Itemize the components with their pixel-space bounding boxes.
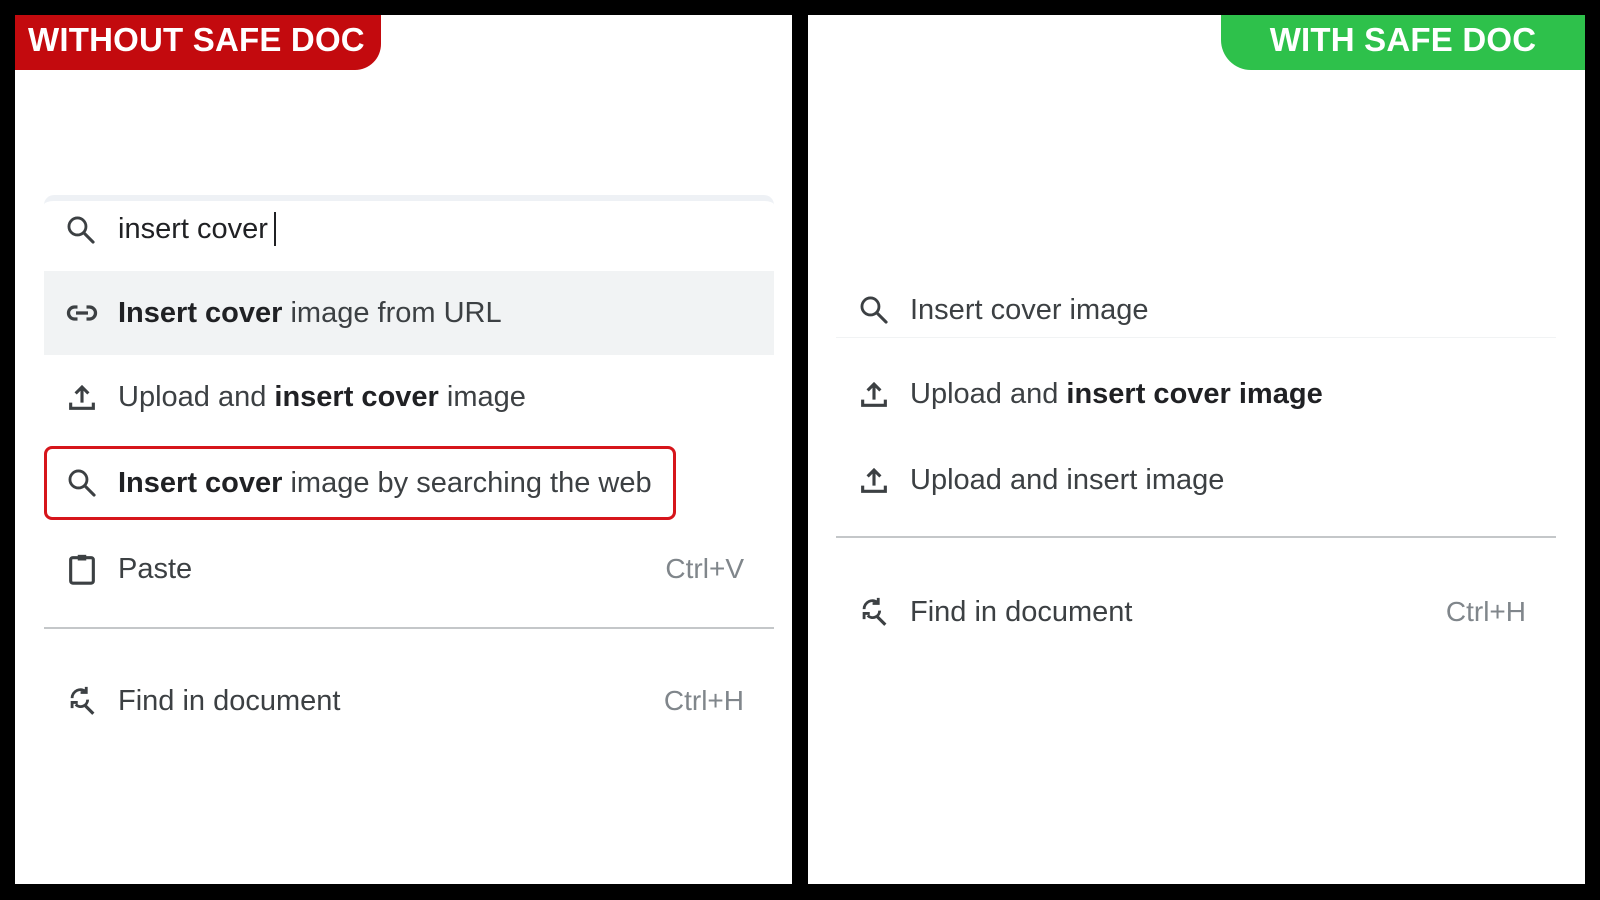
search-icon	[62, 463, 102, 503]
menu-item-label: Insert cover image from URL	[118, 296, 502, 329]
without-safe-doc-banner: WITHOUT SAFE DOC	[15, 15, 381, 70]
menu-item-label: Upload and insert cover image	[910, 377, 1323, 410]
menu-item-upload-insert-image[interactable]: Upload and insert image	[836, 438, 1556, 522]
menu-item-upload-insert-cover[interactable]: Upload and insert cover image	[44, 355, 774, 439]
menu-item-label: Insert cover image by searching the web	[118, 466, 652, 499]
shortcut-hint: Ctrl+H	[1445, 596, 1526, 627]
with-safe-doc-banner: WITH SAFE DOC	[1221, 15, 1585, 70]
find-replace-icon	[854, 592, 894, 632]
upload-icon	[62, 377, 102, 417]
menu-item-find-in-document[interactable]: Find in document Ctrl+H	[836, 570, 1556, 654]
menu-item-label: Find in document	[910, 595, 1133, 628]
command-search-input[interactable]: insert cover	[118, 207, 718, 251]
with-safe-doc-panel: WITH SAFE DOC Insert cover image Upload …	[808, 15, 1585, 884]
link-icon	[62, 293, 102, 333]
find-replace-icon	[62, 681, 102, 721]
search-divider	[836, 337, 1556, 338]
search-icon	[854, 290, 894, 330]
upload-icon	[854, 460, 894, 500]
menu-item-label: Upload and insert image	[910, 463, 1225, 496]
menu-item-paste[interactable]: Paste Ctrl+V	[44, 527, 774, 611]
menu-item-insert-cover-image[interactable]: Insert cover image	[836, 268, 1556, 352]
menu-item-upload-insert-cover[interactable]: Upload and insert cover image	[836, 352, 1556, 436]
upload-icon	[854, 374, 894, 414]
text-caret	[273, 212, 276, 246]
menu-item-label: Insert cover image	[910, 293, 1149, 326]
menu-item-find-in-document[interactable]: Find in document Ctrl+H	[44, 659, 774, 743]
menu-item-label: Upload and insert cover image	[118, 380, 526, 413]
menu-item-label: Find in document	[118, 684, 341, 717]
shortcut-hint: Ctrl+H	[663, 685, 744, 716]
search-icon	[64, 213, 98, 247]
without-safe-doc-panel: insert cover Insert cover image from URL…	[15, 15, 792, 884]
clipboard-icon	[62, 549, 102, 589]
menu-item-insert-cover-search-web[interactable]: Insert cover image by searching the web	[44, 446, 676, 520]
search-query-text: insert cover	[118, 212, 268, 245]
menu-divider	[836, 536, 1556, 538]
menu-item-label: Paste	[118, 552, 193, 585]
shortcut-hint: Ctrl+V	[665, 553, 744, 584]
menu-divider	[44, 627, 774, 629]
command-search-box[interactable]: insert cover	[44, 195, 774, 259]
menu-item-insert-cover-from-url[interactable]: Insert cover image from URL	[44, 271, 774, 355]
